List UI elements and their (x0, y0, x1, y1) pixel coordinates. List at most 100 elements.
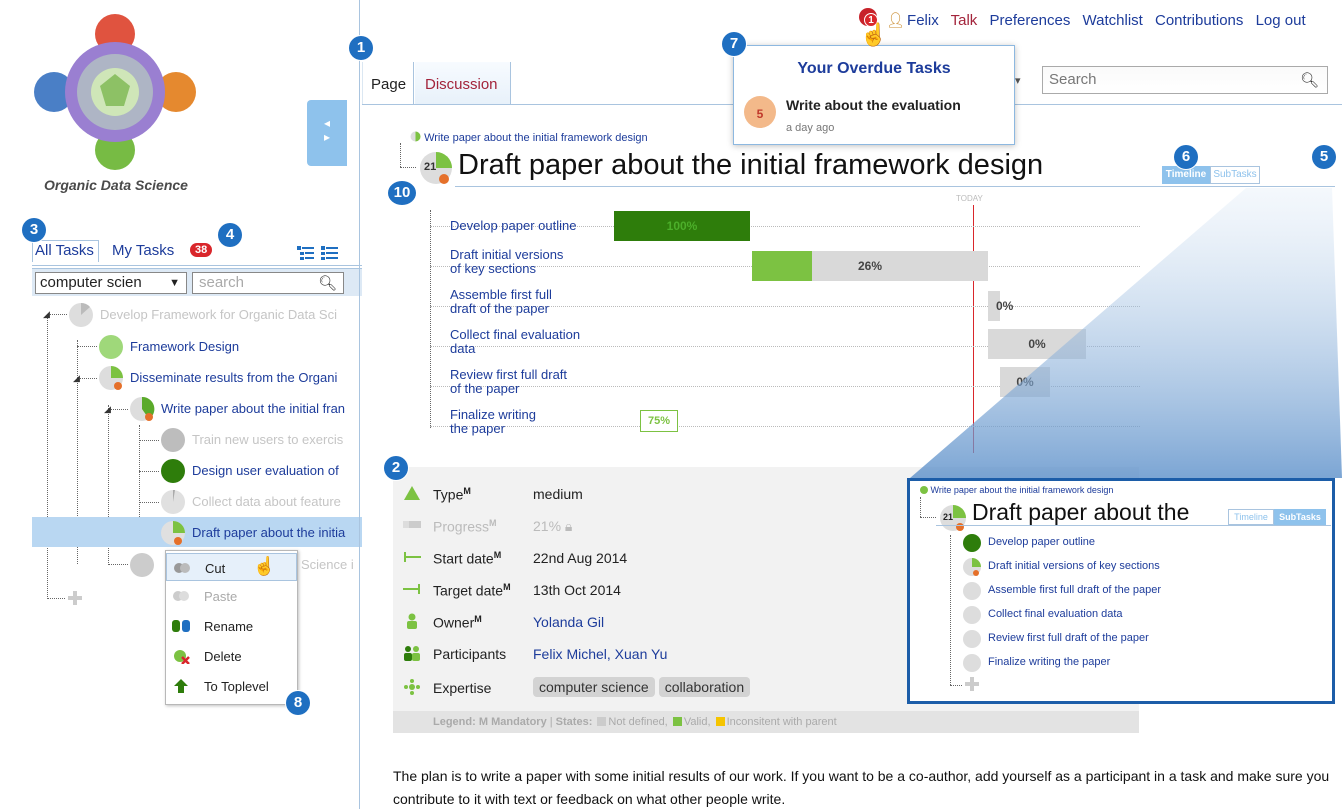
owner-link[interactable]: Yolanda Gil (533, 614, 604, 630)
participants-links[interactable]: Felix Michel, Xuan Yu (533, 646, 667, 662)
inset-subtasks-button[interactable]: SubTasks (1274, 509, 1326, 525)
tree-item-framework-design[interactable]: Framework Design (98, 334, 362, 360)
collapse-triangle-icon[interactable]: ◢ (104, 404, 111, 415)
not-defined-swatch (597, 717, 607, 726)
page-title: Draft paper about the initial framework … (458, 149, 1044, 181)
gantt-progress-fill (752, 251, 812, 281)
tab-page[interactable]: Page (362, 62, 414, 104)
tree-item-label: Framework Design (130, 339, 240, 354)
gantt-row-label[interactable]: Develop paper outline (450, 219, 576, 233)
add-subtask-icon[interactable] (965, 677, 979, 691)
progress-pie-icon (99, 366, 123, 390)
tree-item-label: Disseminate results from the Organi (130, 370, 338, 385)
gantt-bar[interactable]: 100% (614, 211, 750, 241)
inset-subtask-label: Assemble first full draft of the paper (988, 584, 1162, 596)
gantt-row-label[interactable]: Assemble first full draft of the paper (450, 288, 552, 316)
tree-item-label: Write paper about the initial fran (161, 401, 346, 416)
context-menu-label: Delete (204, 649, 242, 664)
search-icon[interactable]: 🔍︎ (1300, 71, 1319, 89)
tree-item-collect-data[interactable]: Collect data about feature (160, 489, 362, 515)
expand-tree-icon[interactable] (294, 244, 316, 262)
talk-link[interactable]: Talk (951, 12, 978, 29)
list-view-icon[interactable] (318, 244, 340, 262)
tree-line (950, 685, 962, 686)
add-task-icon[interactable] (67, 590, 83, 606)
legend-label: Legend: (433, 716, 476, 728)
mandatory-marker: M (493, 550, 502, 560)
tree-line (430, 210, 431, 428)
gantt-percent-label: 26% (857, 259, 883, 273)
progress-pie-icon (920, 486, 928, 494)
tab-discussion[interactable]: Discussion (415, 62, 511, 104)
category-select-value: computer scien (40, 274, 142, 291)
tree-item-label: Train new users to exercis (192, 432, 344, 447)
gantt-bar[interactable]: 75% (640, 410, 678, 432)
context-menu-paste[interactable]: Paste (166, 582, 297, 610)
context-menu-delete[interactable]: Delete (166, 642, 297, 670)
preferences-link[interactable]: Preferences (989, 12, 1070, 29)
property-value: 22nd Aug 2014 (533, 550, 628, 566)
gantt-row-label[interactable]: Finalize writing the paper (450, 408, 536, 436)
context-menu-to-toplevel[interactable]: To Toplevel (166, 672, 297, 700)
gantt-row-label[interactable]: Collect final evaluation data (450, 328, 580, 356)
progress-pie-icon (963, 582, 981, 600)
gantt-row-label[interactable]: Review first full draft of the paper (450, 368, 567, 396)
expertise-chip[interactable]: computer science (533, 677, 655, 697)
gantt-row-label[interactable]: Draft initial versions of key sections (450, 248, 563, 276)
tree-item-draft-paper[interactable]: Draft paper about the initia (160, 520, 362, 546)
context-menu-rename[interactable]: Rename (166, 612, 297, 640)
tree-item-disseminate-results[interactable]: Disseminate results from the Organi (98, 365, 362, 391)
collapse-triangle-icon[interactable]: ◢ (73, 373, 80, 384)
callout-badge: 3 (22, 218, 46, 242)
inset-subtask-label: Develop paper outline (988, 536, 1096, 548)
contributions-link[interactable]: Contributions (1155, 12, 1243, 29)
inset-breadcrumb[interactable]: Write paper about the initial framework … (920, 485, 1113, 495)
gantt-label-line: Collect final evaluation (450, 327, 581, 342)
inset-timeline-button[interactable]: Timeline (1228, 509, 1274, 525)
tree-item-design-user-evaluation[interactable]: Design user evaluation of (160, 458, 362, 484)
inset-subtask-label: Draft initial versions of key sections (988, 560, 1160, 572)
tree-item-train-new-users[interactable]: Train new users to exercis (160, 427, 362, 453)
progress-pie-icon (99, 335, 123, 359)
legend-inconsistent: Inconsitent with parent (726, 716, 837, 728)
expertise-chip[interactable]: collaboration (658, 677, 751, 697)
chevron-right-icon: ▸ (323, 130, 331, 144)
tree-item-develop-framework[interactable]: Develop Framework for Organic Data Sci (68, 302, 362, 328)
property-label: OwnerM (433, 614, 482, 631)
task-search-input[interactable]: search 🔍︎ (192, 272, 344, 294)
user-link[interactable]: Felix (907, 12, 939, 29)
tab-all-tasks[interactable]: All Tasks (32, 240, 99, 262)
more-dropdown-caret-icon[interactable]: ▾ (1015, 74, 1021, 87)
tree-line (139, 502, 159, 503)
subtasks-view-preview: Write paper about the initial framework … (907, 478, 1335, 704)
tree-item-write-paper[interactable]: Write paper about the initial fran (129, 396, 362, 422)
organic-data-science-logo[interactable] (30, 10, 200, 175)
wiki-search-input[interactable]: Search 🔍︎ (1042, 66, 1328, 94)
task-tabs: All Tasks My Tasks 38 (32, 240, 362, 266)
type-triangle-icon (404, 486, 420, 500)
category-select[interactable]: computer scien ▼ (35, 272, 187, 294)
inset-breadcrumb-link[interactable]: Write paper about the initial framework … (931, 485, 1114, 495)
search-icon[interactable]: 🔍︎ (318, 274, 337, 294)
breadcrumb-link[interactable]: Write paper about the initial framework … (424, 132, 648, 144)
property-key: Owner (433, 614, 475, 631)
paste-icon (173, 591, 189, 601)
progress-pie-icon (161, 428, 185, 452)
logout-link[interactable]: Log out (1256, 12, 1306, 29)
context-menu-cut[interactable]: Cut ☝ (166, 553, 297, 581)
breadcrumb[interactable]: Write paper about the initial framework … (410, 131, 648, 144)
property-key: Expertise (433, 680, 492, 696)
tree-line (47, 598, 65, 599)
tree-line (139, 471, 159, 472)
callout-badge: 2 (384, 456, 408, 480)
tab-my-tasks[interactable]: My Tasks (112, 242, 174, 259)
tree-line (950, 535, 951, 685)
watchlist-link[interactable]: Watchlist (1083, 12, 1143, 29)
progress-pie-icon (963, 654, 981, 672)
collapse-triangle-icon[interactable]: ◢ (43, 309, 50, 320)
overdue-task-link[interactable]: Write about the evaluation (786, 97, 961, 113)
collapse-sidebar-button[interactable]: ◂ ▸ (307, 100, 347, 166)
property-value: 13th Oct 2014 (533, 582, 621, 598)
property-key: Participants (433, 646, 507, 662)
progress-pie-icon (963, 630, 981, 648)
